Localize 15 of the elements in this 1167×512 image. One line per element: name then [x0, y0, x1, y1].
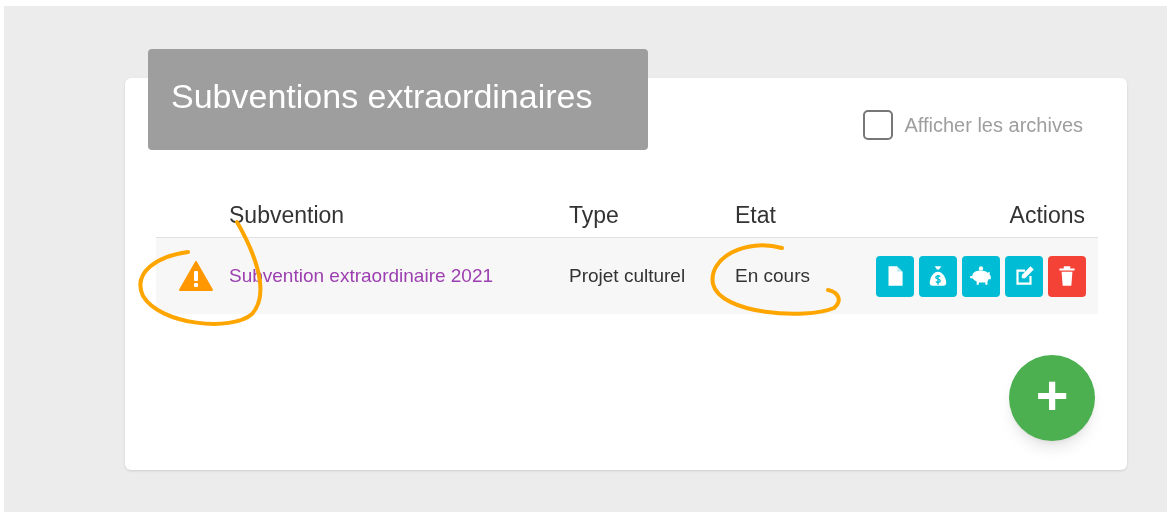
card-title: Subventions extraordinaires: [148, 49, 648, 150]
document-button[interactable]: [876, 255, 914, 297]
column-header: Subvention: [229, 200, 346, 230]
edit-button[interactable]: [1005, 255, 1043, 297]
table-cell-text: Projet culturel: [569, 263, 687, 288]
column-header: Type: [569, 200, 620, 230]
table-cell-text: En cours: [735, 263, 811, 288]
archive-checkbox[interactable]: [863, 109, 894, 140]
payment-button[interactable]: [919, 255, 957, 297]
column-header: Etat: [735, 200, 777, 230]
add-button[interactable]: +: [1009, 355, 1095, 441]
column-header: Actions: [1008, 200, 1086, 230]
delete-button[interactable]: [1048, 255, 1086, 297]
archive-label[interactable]: Afficher les archives: [904, 109, 1083, 140]
savings-button[interactable]: [962, 255, 1000, 297]
